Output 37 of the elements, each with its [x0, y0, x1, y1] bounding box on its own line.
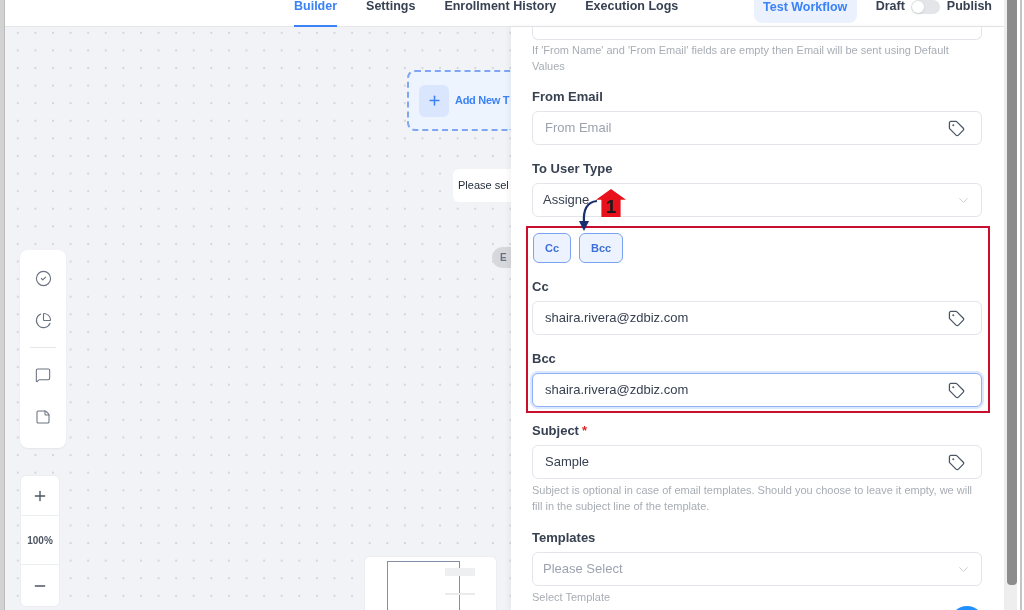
- sticky-note-icon[interactable]: [35, 409, 51, 425]
- field-hint: Subject is optional in case of email templates. Should you choose to leave it empty, we will fill in the subject line of the template.: [532, 483, 974, 514]
- trigger-node[interactable]: Please sel: [453, 169, 511, 202]
- field-label: To User Type: [532, 161, 614, 177]
- minimap[interactable]: [364, 556, 497, 610]
- field-label: Templates: [532, 530, 597, 546]
- check-circle-icon[interactable]: [34, 270, 52, 287]
- draft-label: Draft: [875, 0, 905, 13]
- tag-icon[interactable]: [948, 453, 965, 471]
- tag-icon[interactable]: [948, 309, 965, 327]
- publish-switch[interactable]: [910, 0, 940, 14]
- pie-chart-icon[interactable]: [34, 312, 52, 329]
- end-node: E: [492, 247, 511, 268]
- input-field[interactable]: Sample: [532, 445, 982, 479]
- field-label: From Email: [532, 89, 604, 105]
- field-label: Bcc: [532, 351, 557, 367]
- tab[interactable]: Execution Logs: [585, 0, 679, 27]
- toggle-button[interactable]: Cc: [533, 233, 572, 263]
- tab[interactable]: Enrollment History: [444, 0, 557, 27]
- input-field[interactable]: shaira.rivera@zdbiz.com: [532, 373, 982, 407]
- add-node-label: Add New T: [455, 93, 510, 109]
- publish-label: Publish: [946, 0, 992, 13]
- input-field[interactable]: [532, 27, 982, 40]
- field-hint: Select Template: [532, 590, 612, 605]
- minimap-node: [445, 568, 475, 576]
- input-field[interactable]: shaira.rivera@zdbiz.com: [532, 301, 982, 335]
- toggle-button[interactable]: Bcc: [579, 233, 624, 263]
- comment-icon[interactable]: [35, 367, 51, 383]
- tag-icon[interactable]: [948, 381, 965, 399]
- tab[interactable]: Settings: [366, 0, 416, 27]
- plus-icon: [419, 84, 449, 117]
- field-label: Cc: [532, 279, 550, 295]
- field-hint: If 'From Name' and 'From Email' fields are empty then Email will be sent using Default Values: [532, 43, 950, 74]
- scrollbar-thumb[interactable]: [1007, 0, 1017, 585]
- field-label: Subject *: [532, 423, 589, 439]
- tag-icon[interactable]: [948, 119, 965, 137]
- zoom-level-text: 100%: [27, 533, 53, 548]
